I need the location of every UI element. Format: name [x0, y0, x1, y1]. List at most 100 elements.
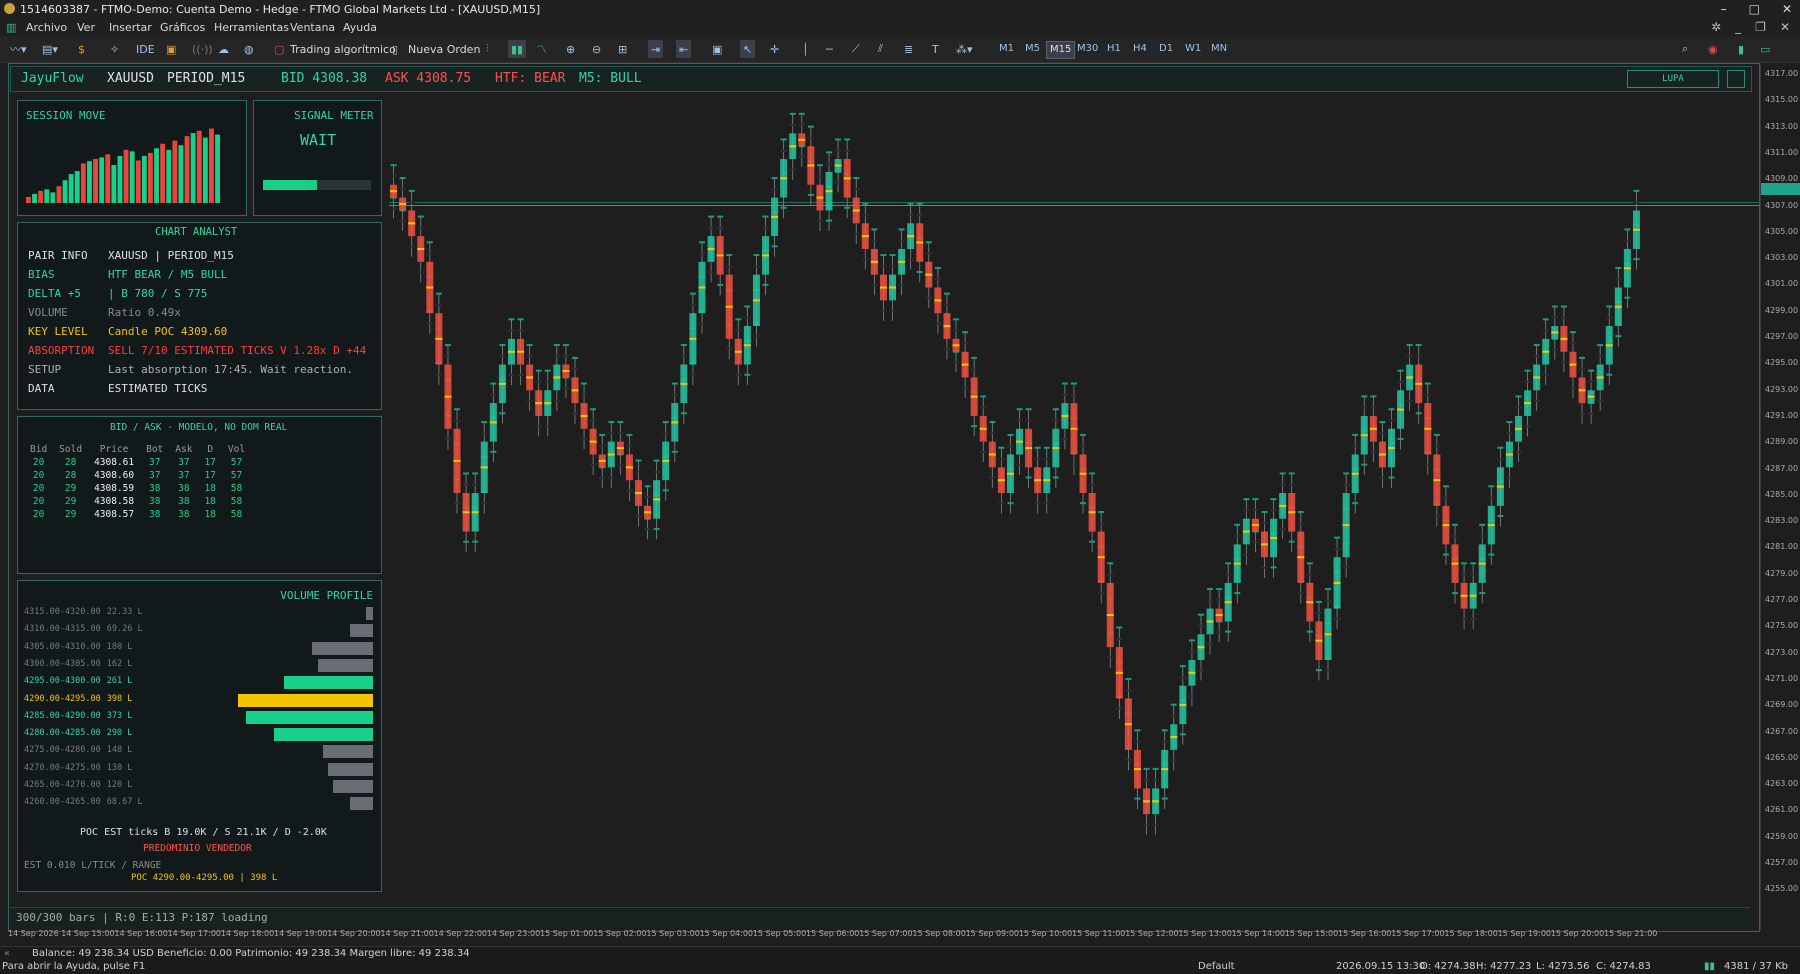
profile-name[interactable]: Default: [1198, 961, 1235, 972]
screenshot-icon[interactable]: ▣: [712, 40, 722, 58]
candle: [1297, 510, 1305, 604]
candle-chart-icon[interactable]: ▮▮: [508, 40, 527, 58]
menu-ventana[interactable]: Ventana: [290, 21, 335, 34]
price-axis[interactable]: 4317.00 4315.00 4313.00 4311.00 4309.00 4307.…: [1760, 63, 1800, 930]
tf-m15[interactable]: M15: [1046, 41, 1076, 59]
template-icon[interactable]: ▤▾: [42, 40, 58, 58]
connection-icon[interactable]: ▮▮: [1704, 961, 1715, 972]
close-icon[interactable]: ✕: [1782, 2, 1792, 16]
candle: [1152, 767, 1160, 835]
window-title: 1514603387 - FTMO-Demo: Cuenta Demo - He…: [20, 3, 541, 16]
menu-graficos[interactable]: Gráficos: [160, 21, 205, 34]
candle: [1088, 472, 1096, 553]
algo-icon[interactable]: ✧: [110, 40, 119, 58]
order-icon[interactable]: ▯: [392, 40, 398, 58]
tf-m5[interactable]: M5: [1022, 41, 1043, 57]
time-tick: 15 Sep 12:00: [1125, 929, 1179, 938]
chart-shift-icon[interactable]: ⇤: [676, 40, 692, 58]
time-tick: 15 Sep 13:00: [1178, 929, 1232, 938]
dollar-icon[interactable]: $: [78, 40, 85, 58]
price-tick: 4257.00: [1765, 858, 1799, 867]
line-chart-icon[interactable]: 〽: [536, 40, 547, 58]
bid-ask-cell: 18: [204, 496, 216, 507]
bar-chart-icon[interactable]: ⫶: [486, 40, 489, 58]
minimize-icon[interactable]: –: [1721, 2, 1727, 16]
price-tick: 4289.00: [1765, 437, 1799, 447]
tf-m30[interactable]: M30: [1074, 41, 1101, 57]
collapse-icon[interactable]: «: [4, 948, 10, 959]
tf-h1[interactable]: H1: [1104, 41, 1124, 57]
header-ask: ASK 4308.75: [385, 71, 472, 86]
time-tick: 15 Sep 08:00: [912, 929, 966, 938]
analyst-value: Ratio 0.49x: [108, 306, 181, 319]
time-tick: 14 Sep 2026: [8, 929, 59, 938]
tf-d1[interactable]: D1: [1156, 41, 1176, 57]
candle: [1288, 472, 1296, 553]
trendline-icon[interactable]: ⟋: [852, 40, 860, 58]
menu-ver[interactable]: Ver: [77, 21, 95, 34]
channel-icon[interactable]: ⫽: [878, 40, 883, 58]
grid-icon[interactable]: ⊞: [618, 40, 627, 58]
tf-h4[interactable]: H4: [1130, 41, 1150, 57]
tf-w1[interactable]: W1: [1182, 41, 1204, 57]
bid-ask-header: Sold: [59, 444, 83, 455]
text-icon[interactable]: T: [932, 40, 939, 58]
candle: [1034, 446, 1042, 514]
candle: [444, 344, 452, 450]
signal-icon[interactable]: ((·)): [192, 40, 213, 58]
chart-type-icon[interactable]: 〰▾: [10, 40, 27, 58]
session-bar: [178, 145, 184, 203]
candle: [1487, 485, 1495, 565]
tf-m1[interactable]: M1: [996, 41, 1017, 57]
price-tick: 4299.00: [1765, 305, 1799, 315]
zoom-out-icon[interactable]: ⊖: [592, 40, 601, 58]
tf-mn[interactable]: MN: [1208, 41, 1230, 57]
candle: [707, 215, 715, 283]
vertical-line-icon[interactable]: │: [802, 40, 809, 58]
menu-insertar[interactable]: Insertar: [109, 21, 152, 34]
menu-archivo[interactable]: Archivo: [26, 21, 67, 34]
minimize-child-icon[interactable]: _: [1735, 20, 1741, 34]
bid-ask-cell: 37: [148, 470, 161, 481]
candle: [417, 215, 425, 283]
lupa-toggle[interactable]: [1727, 70, 1745, 88]
bag-icon[interactable]: ▣: [166, 40, 176, 58]
cloud-icon[interactable]: ☁: [218, 40, 229, 58]
autoscroll-icon[interactable]: ⇥: [648, 40, 664, 58]
analyst-value: SELL 7/10 ESTIMATED TICKS V 1.28x D +44: [108, 344, 367, 357]
crosshair-icon[interactable]: ✛: [770, 40, 779, 58]
algo-trading-button[interactable]: Trading algorítmico: [290, 40, 396, 58]
price-tick: 4271.00: [1765, 673, 1799, 683]
time-axis[interactable]: 14 Sep 2026 14 Sep 15:00 14 Sep 16:00 14 Se…: [0, 928, 1760, 942]
menu-herramientas[interactable]: Herramientas: [214, 21, 289, 34]
bid-ask-cell: 4308.58: [94, 496, 135, 507]
session-bar: [111, 165, 117, 203]
signal-strength-icon[interactable]: ▮: [1738, 40, 1744, 58]
shapes-icon[interactable]: ⁂▾: [956, 40, 973, 58]
stop-icon[interactable]: ▢: [274, 40, 284, 58]
max-child-icon[interactable]: ❐: [1755, 20, 1766, 34]
menu-ayuda[interactable]: Ayuda: [343, 21, 377, 34]
new-order-button[interactable]: Nueva Orden: [408, 40, 480, 58]
candle: [1115, 626, 1123, 720]
cursor-icon[interactable]: ↖: [740, 40, 756, 58]
battery-icon[interactable]: ▭: [1760, 40, 1770, 58]
signal-state: WAIT: [300, 131, 337, 149]
price-tick: 4273.00: [1765, 647, 1799, 657]
maximize-icon[interactable]: □: [1749, 2, 1760, 16]
bid-ask-cell: 38: [148, 496, 161, 507]
search-icon[interactable]: ⌕: [1682, 40, 1688, 58]
restore-child-icon[interactable]: ✲: [1711, 20, 1721, 34]
globe-icon[interactable]: ◍: [244, 40, 254, 58]
status-low: L: 4273.56: [1536, 961, 1590, 972]
horizontal-line-icon[interactable]: ─: [826, 40, 833, 58]
ide-button[interactable]: IDE: [136, 40, 155, 58]
fibo-icon[interactable]: ≣: [904, 40, 913, 58]
close-child-icon[interactable]: ✕: [1780, 20, 1790, 34]
notification-icon[interactable]: ◉: [1708, 40, 1718, 58]
time-tick: 15 Sep 03:00: [646, 929, 700, 938]
lupa-button[interactable]: LUPA: [1627, 70, 1719, 88]
chart-icon[interactable]: ▥: [6, 21, 16, 34]
candle: [734, 318, 742, 386]
zoom-in-icon[interactable]: ⊕: [566, 40, 575, 58]
